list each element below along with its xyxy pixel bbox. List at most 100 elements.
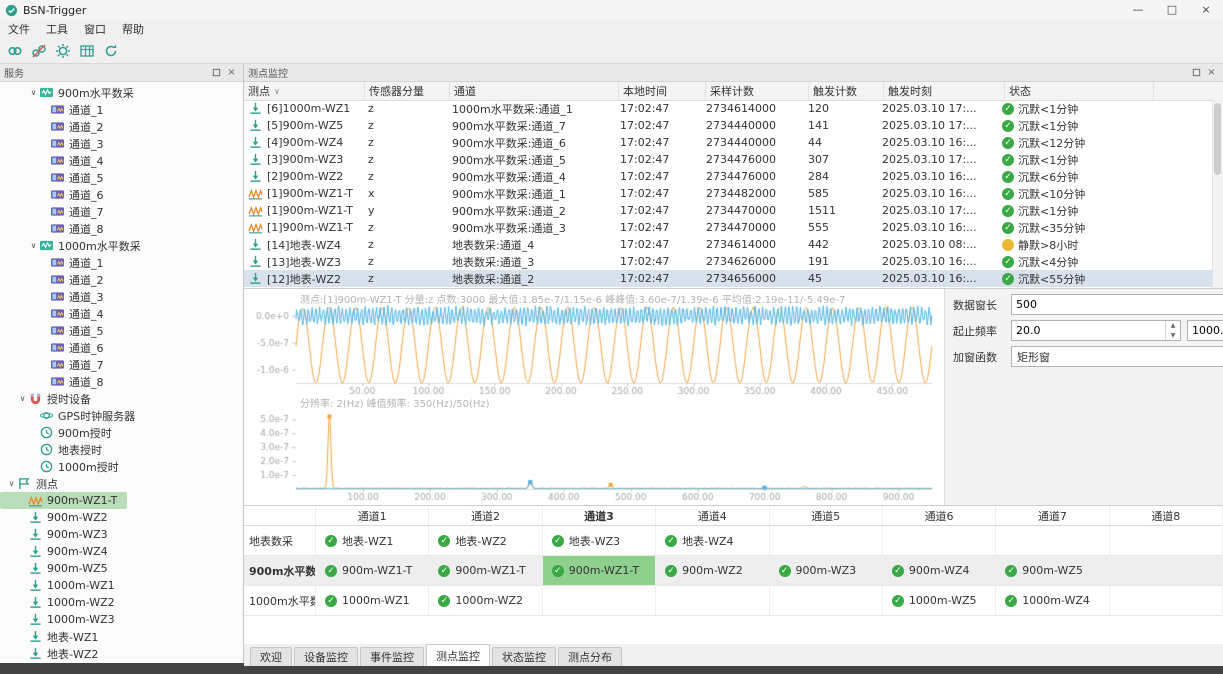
grid-cell[interactable] [543,586,656,616]
tree-item[interactable]: 地表授时 [0,441,112,458]
tree-item[interactable]: ∨测点 [0,475,68,492]
tree-item[interactable]: 通道_7 [0,203,114,220]
tab-4[interactable]: 状态监控 [492,647,556,666]
tree-item[interactable]: 通道_1 [0,254,114,271]
tree-item[interactable]: 通道_3 [0,288,114,305]
tab-0[interactable]: 欢迎 [250,647,292,666]
column-header[interactable]: 状态 [1005,82,1154,100]
tree-item[interactable]: 1000m授时 [0,458,129,475]
gear-icon[interactable] [52,41,73,62]
chevron-down-icon[interactable]: ∨ [6,479,17,488]
grid-cell[interactable]: ✓1000m-WZ5 [883,586,996,616]
table-icon[interactable] [76,41,97,62]
chevron-down-icon[interactable]: ∨ [28,88,39,97]
freq-to-input[interactable] [1188,321,1223,340]
grid-cell[interactable] [1110,586,1223,616]
table-row[interactable]: [14]地表-WZ4z地表数采:通道_417:02:47273461400044… [244,236,1213,253]
grid-cell[interactable]: ✓900m-WZ1-T [543,556,656,586]
tree-item[interactable]: ∨授时设备 [0,390,101,407]
grid-cell[interactable] [996,526,1109,556]
tab-1[interactable]: 设备监控 [294,647,358,666]
column-header[interactable]: 采样计数 [706,82,809,100]
tree-item[interactable]: 1000m-WZ1 [0,577,125,594]
tab-3[interactable]: 测点监控 [426,644,490,666]
tree-item[interactable]: 地表-WZ1 [0,628,108,645]
grid-cell[interactable]: ✓地表-WZ1 [316,526,429,556]
column-header[interactable]: 触发计数 [809,82,884,100]
tree-item[interactable]: 1000m-WZ3 [0,611,125,628]
grid-cell[interactable]: ✓地表-WZ2 [429,526,542,556]
float-panel-icon[interactable] [1189,66,1204,79]
grid-cell[interactable]: ✓1000m-WZ1 [316,586,429,616]
column-header[interactable]: 测点∨ [244,82,365,100]
tree-item[interactable]: 通道_2 [0,271,114,288]
table-row[interactable]: [3]900m-WZ3z900m水平数采:通道_517:02:472734476… [244,151,1213,168]
tree-item[interactable]: 1000m-WZ2 [0,594,125,611]
tree-item[interactable]: 通道_1 [0,101,114,118]
tree-item[interactable]: 通道_4 [0,152,114,169]
tree-item[interactable]: 900m授时 [0,424,122,441]
tree-item[interactable]: 地表-WZ2 [0,645,108,662]
window-length-input[interactable] [1012,295,1223,314]
tree-item[interactable]: ∨900m水平数采 [0,84,144,101]
grid-cell[interactable]: ✓900m-WZ1-T [429,556,542,586]
tree-item[interactable]: 通道_5 [0,169,114,186]
grid-cell[interactable] [770,586,883,616]
float-panel-icon[interactable] [209,66,224,79]
minimize-button[interactable]: — [1121,0,1155,20]
tree-item[interactable]: 900m-WZ1-T [0,492,127,509]
grid-cell[interactable]: ✓900m-WZ3 [770,556,883,586]
grid-cell[interactable]: ✓地表-WZ4 [656,526,769,556]
maximize-button[interactable]: □ [1155,0,1189,20]
table-scrollbar[interactable] [1212,100,1223,288]
grid-cell[interactable] [770,526,883,556]
tree-item[interactable]: 通道_2 [0,118,114,135]
tree-item[interactable]: 通道_3 [0,135,114,152]
close-panel-icon[interactable]: × [1204,66,1219,79]
grid-cell[interactable]: ✓1000m-WZ2 [429,586,542,616]
close-panel-icon[interactable]: × [224,66,239,79]
disconnect-icon[interactable] [28,41,49,62]
menu-item-0[interactable]: 文件 [0,20,38,39]
tree-item[interactable]: GPS时钟服务器 [0,407,145,424]
grid-cell[interactable] [656,586,769,616]
tree-item[interactable]: 通道_5 [0,322,114,339]
tree-item[interactable]: 通道_4 [0,305,114,322]
window-fn-select[interactable]: 矩形窗 ▼ [1011,346,1223,367]
table-row[interactable]: [1]900m-WZ1-Tx900m水平数采:通道_117:02:4727344… [244,185,1213,202]
table-row[interactable]: [2]900m-WZ2z900m水平数采:通道_417:02:472734476… [244,168,1213,185]
table-row[interactable]: [1]900m-WZ1-Ty900m水平数采:通道_217:02:4727344… [244,202,1213,219]
column-header[interactable]: 传感器分量 [365,82,450,100]
grid-cell[interactable]: ✓900m-WZ5 [996,556,1109,586]
column-header[interactable]: 本地时间 [619,82,706,100]
chevron-down-icon[interactable]: ∨ [17,394,28,403]
table-row[interactable]: [1]900m-WZ1-Tz900m水平数采:通道_317:02:4727344… [244,219,1213,236]
grid-cell[interactable] [883,526,996,556]
tree-item[interactable]: ∨1000m水平数采 [0,237,151,254]
spin-down-icon[interactable]: ▼ [1166,331,1180,341]
refresh-icon[interactable] [100,41,121,62]
menu-item-3[interactable]: 帮助 [114,20,152,39]
freq-from-input[interactable] [1012,321,1165,340]
tree-item[interactable]: 900m-WZ5 [0,560,118,577]
tree-item[interactable]: 通道_7 [0,356,114,373]
tree-item[interactable]: 900m-WZ2 [0,509,118,526]
close-button[interactable]: × [1189,0,1223,20]
tree-item[interactable]: 通道_8 [0,373,114,390]
table-row[interactable]: [13]地表-WZ3z地表数采:通道_317:02:47273462600019… [244,253,1213,270]
grid-cell[interactable] [1110,526,1223,556]
tree-item[interactable]: 通道_6 [0,339,114,356]
table-row[interactable]: [4]900m-WZ4z900m水平数采:通道_617:02:472734440… [244,134,1213,151]
grid-cell[interactable]: ✓900m-WZ2 [656,556,769,586]
tree-item[interactable]: 通道_8 [0,220,114,237]
tab-2[interactable]: 事件监控 [360,647,424,666]
tab-5[interactable]: 测点分布 [558,647,622,666]
tree-item[interactable]: 900m-WZ4 [0,543,118,560]
menu-item-1[interactable]: 工具 [38,20,76,39]
menu-item-2[interactable]: 窗口 [76,20,114,39]
grid-cell[interactable]: ✓900m-WZ4 [883,556,996,586]
column-header[interactable]: 通道 [450,82,619,100]
table-row[interactable]: [5]900m-WZ5z900m水平数采:通道_717:02:472734440… [244,117,1213,134]
spin-up-icon[interactable]: ▲ [1166,321,1180,331]
grid-cell[interactable] [1110,556,1223,586]
